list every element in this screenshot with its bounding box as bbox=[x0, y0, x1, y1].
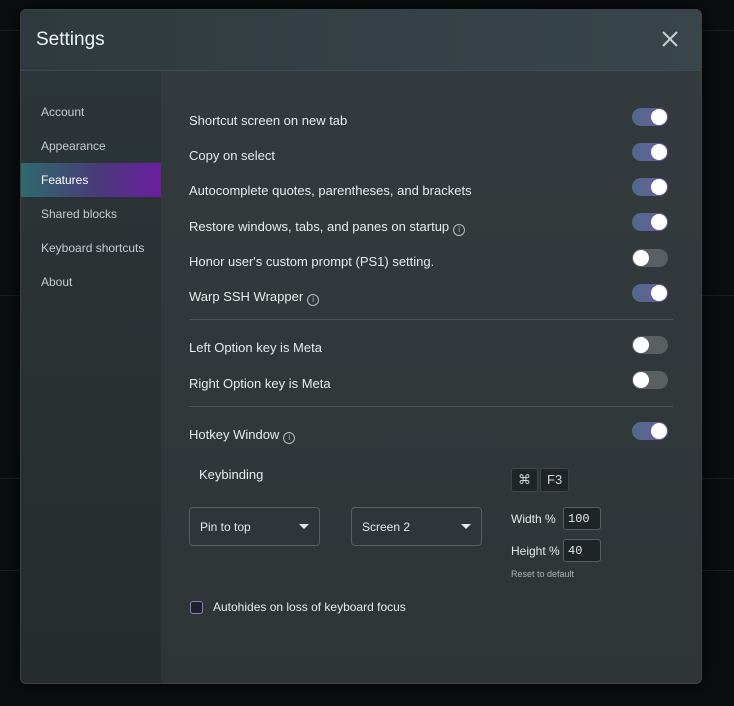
keybinding-key-cmd[interactable]: ⌘ bbox=[511, 468, 538, 492]
position-select-value: Pin to top bbox=[200, 520, 251, 534]
setting-label: Hotkey Window i bbox=[189, 427, 296, 444]
keybinding-label: Keybinding bbox=[199, 467, 264, 482]
setting-label: Left Option key is Meta bbox=[189, 340, 322, 355]
position-select[interactable]: Pin to top bbox=[189, 507, 320, 546]
toggle-restore-windows[interactable] bbox=[632, 213, 668, 231]
setting-label-text: Hotkey Window bbox=[189, 427, 280, 442]
screen-select[interactable]: Screen 2 bbox=[351, 507, 482, 546]
setting-label: Warp SSH Wrapper i bbox=[189, 289, 320, 306]
info-icon[interactable]: i bbox=[283, 432, 296, 444]
setting-label-text: Left Option key is Meta bbox=[189, 340, 322, 355]
toggle-ssh-wrapper[interactable] bbox=[632, 284, 668, 302]
autohide-label: Autohides on loss of keyboard focus bbox=[213, 600, 406, 614]
toggle-knob bbox=[651, 109, 667, 125]
sidebar-item-account[interactable]: Account bbox=[21, 95, 161, 129]
toggle-copy-on-select[interactable] bbox=[632, 143, 668, 161]
toggle-knob bbox=[651, 144, 667, 160]
setting-label-text: Restore windows, tabs, and panes on star… bbox=[189, 219, 450, 234]
setting-label: Restore windows, tabs, and panes on star… bbox=[189, 219, 466, 236]
autohide-checkbox[interactable] bbox=[190, 601, 203, 614]
toggle-autocomplete[interactable] bbox=[632, 178, 668, 196]
sidebar-item-features[interactable]: Features bbox=[21, 163, 161, 197]
section-divider bbox=[189, 406, 673, 407]
sidebar-item-appearance[interactable]: Appearance bbox=[21, 129, 161, 163]
setting-label-text: Copy on select bbox=[189, 148, 275, 163]
toggle-right-option-meta[interactable] bbox=[632, 371, 668, 389]
height-label: Height % bbox=[511, 544, 560, 558]
setting-label: Right Option key is Meta bbox=[189, 376, 331, 391]
toggle-hotkey-window[interactable] bbox=[632, 422, 668, 440]
toggle-knob bbox=[651, 214, 667, 230]
toggle-knob bbox=[651, 423, 667, 439]
keybinding-key-f3[interactable]: F3 bbox=[540, 468, 570, 492]
setting-label: Copy on select bbox=[189, 148, 275, 163]
reset-to-default-link[interactable]: Reset to default bbox=[511, 569, 574, 579]
modal-title: Settings bbox=[36, 29, 105, 50]
toggle-left-option-meta[interactable] bbox=[632, 336, 668, 354]
height-input[interactable]: 40 bbox=[563, 539, 601, 562]
setting-label-text: Shortcut screen on new tab bbox=[189, 113, 348, 128]
screen-select-value: Screen 2 bbox=[362, 520, 411, 534]
setting-label: Shortcut screen on new tab bbox=[189, 113, 347, 128]
features-panel: Shortcut screen on new tab Copy on selec… bbox=[161, 71, 701, 683]
setting-label-text: Right Option key is Meta bbox=[189, 376, 331, 391]
sidebar-item-keyboard-shortcuts[interactable]: Keyboard shortcuts bbox=[21, 231, 161, 265]
sidebar-item-about[interactable]: About bbox=[21, 265, 161, 299]
toggle-knob bbox=[651, 179, 667, 195]
toggle-shortcut-screen[interactable] bbox=[632, 108, 668, 126]
width-input[interactable]: 100 bbox=[563, 507, 601, 530]
toggle-knob bbox=[633, 250, 649, 266]
sidebar-item-shared-blocks[interactable]: Shared blocks bbox=[21, 197, 161, 231]
chevron-down-icon bbox=[299, 524, 309, 529]
setting-label-text: Honor user's custom prompt (PS1) setting… bbox=[189, 254, 435, 269]
setting-label: Autocomplete quotes, parentheses, and br… bbox=[189, 183, 472, 198]
toggle-knob bbox=[633, 372, 649, 388]
settings-modal: Settings Account Appearance Features Sha… bbox=[20, 9, 702, 684]
setting-label-text: Autocomplete quotes, parentheses, and br… bbox=[189, 183, 472, 198]
setting-label: Honor user's custom prompt (PS1) setting… bbox=[189, 254, 434, 269]
width-label: Width % bbox=[511, 512, 556, 526]
toggle-knob bbox=[633, 337, 649, 353]
section-divider bbox=[189, 319, 673, 320]
toggle-honor-ps1[interactable] bbox=[632, 249, 668, 267]
info-icon[interactable]: i bbox=[307, 294, 320, 306]
settings-sidebar: Account Appearance Features Shared block… bbox=[21, 71, 161, 683]
modal-header: Settings bbox=[21, 10, 701, 71]
close-icon[interactable] bbox=[661, 30, 679, 48]
info-icon[interactable]: i bbox=[453, 224, 466, 236]
toggle-knob bbox=[651, 285, 667, 301]
setting-label-text: Warp SSH Wrapper bbox=[189, 289, 304, 304]
chevron-down-icon bbox=[461, 524, 471, 529]
